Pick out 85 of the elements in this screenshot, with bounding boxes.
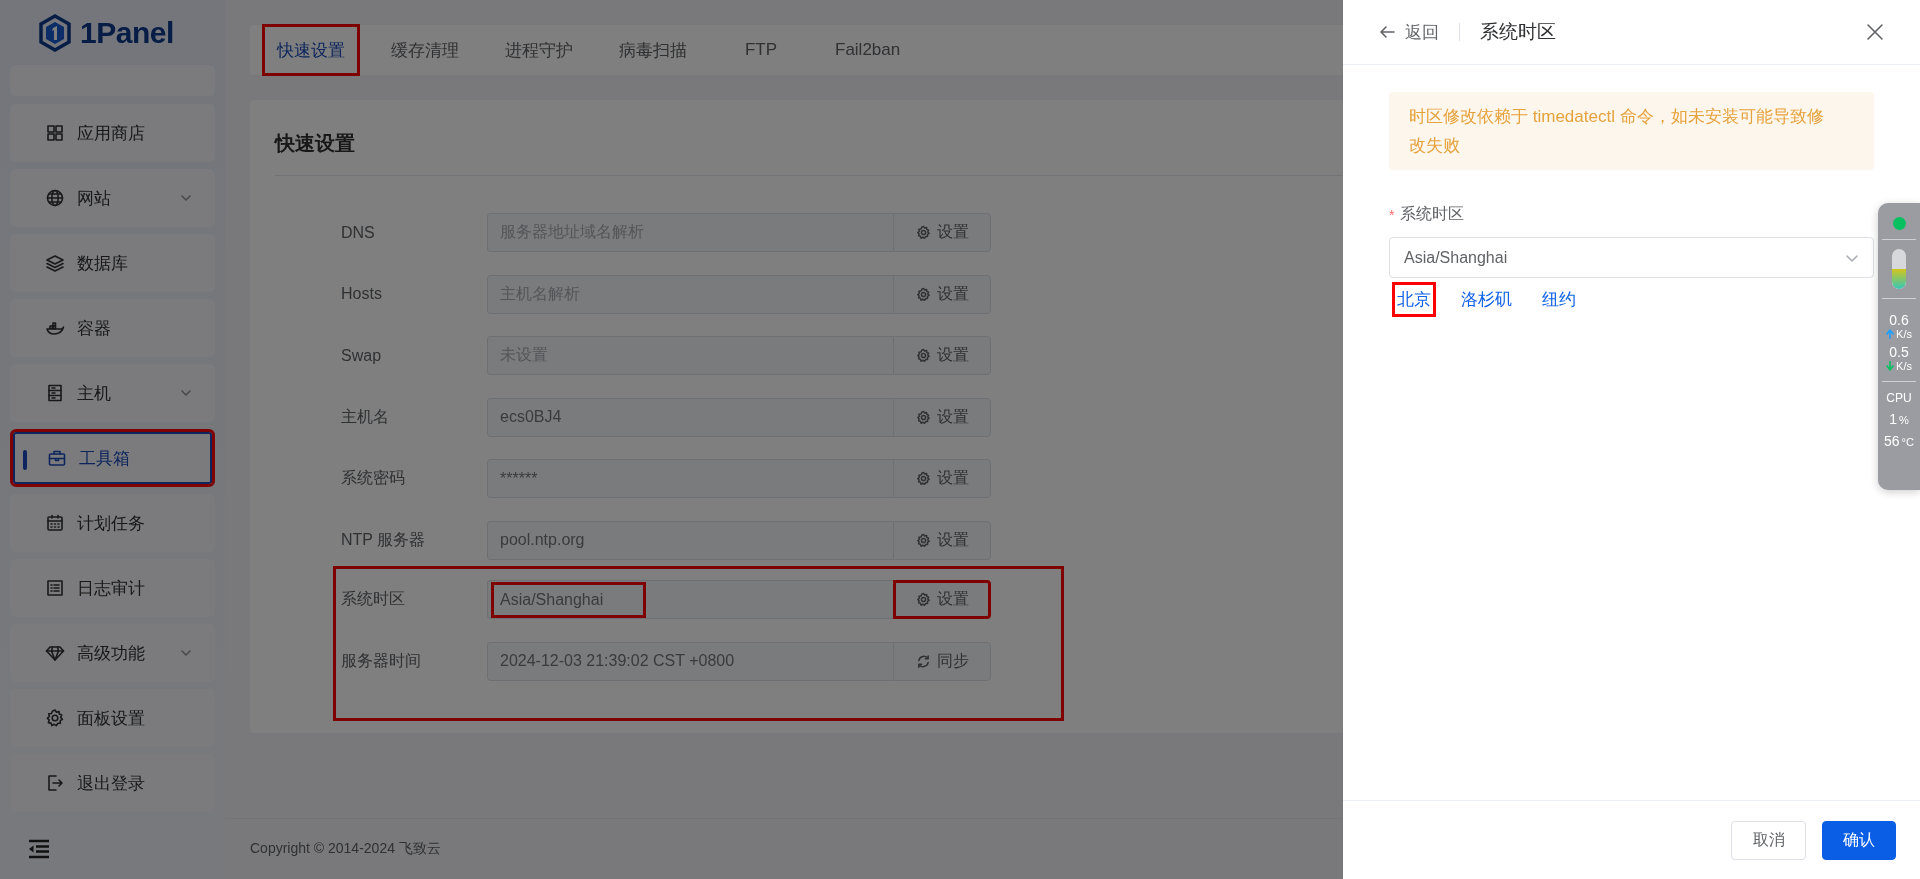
gear-icon	[45, 708, 65, 728]
sidebar-item[interactable]: 主机	[10, 364, 215, 422]
memory-gauge	[1892, 249, 1906, 289]
settings-button[interactable]: 设置	[893, 580, 991, 620]
server-icon	[45, 383, 65, 403]
field-label: 系统时区	[341, 589, 406, 610]
logo-text: 1Panel	[80, 15, 174, 50]
settings-button[interactable]: 设置	[893, 397, 991, 437]
timezone-link[interactable]: 北京	[1392, 282, 1436, 317]
input-field[interactable]: Asia/Shanghai	[487, 580, 893, 620]
tab[interactable]: 病毒扫描	[604, 24, 702, 76]
tab[interactable]: Fail2ban	[820, 24, 916, 76]
sidebar-item[interactable]: 面板设置	[10, 689, 215, 747]
percent-unit: %	[1899, 414, 1909, 426]
sidebar-item[interactable]: 应用商店	[10, 104, 215, 162]
tab[interactable]: 快速设置	[262, 24, 360, 76]
settings-icon	[915, 348, 931, 364]
timezone-link[interactable]: 洛杉矶	[1456, 282, 1517, 317]
upload-speed: 0.6	[1889, 312, 1909, 328]
sidebar-item[interactable]: 工具箱	[10, 429, 215, 487]
field-label: DNS	[341, 223, 376, 242]
settings-button[interactable]: 设置	[893, 520, 991, 560]
settings-icon	[915, 225, 931, 241]
sidebar-item[interactable]: 高级功能	[10, 624, 215, 682]
sidebar-item[interactable]: 日志审计	[10, 559, 215, 617]
sidebar-item[interactable]: 网站	[10, 169, 215, 227]
cpu-usage: 1	[1889, 411, 1897, 427]
speed-unit: K/s	[1896, 360, 1912, 372]
arrow-down-icon	[1886, 361, 1895, 371]
calendar-icon	[45, 513, 65, 533]
sidebar-item[interactable]: 数据库	[10, 234, 215, 292]
layers-icon	[45, 253, 65, 273]
arrow-left-icon	[1379, 24, 1395, 40]
list-icon	[45, 578, 65, 598]
settings-icon	[915, 409, 931, 425]
input-field[interactable]: pool.ntp.org	[487, 520, 893, 560]
grid-icon	[45, 123, 65, 143]
toolbox-icon	[47, 448, 67, 468]
warning-alert: 时区修改依赖于 timedatectl 命令，如未安装可能导致修改失败	[1389, 92, 1874, 170]
speed-unit: K/s	[1896, 328, 1912, 340]
settings-button[interactable]: 设置	[893, 336, 991, 376]
logout-icon	[45, 773, 65, 793]
settings-icon	[915, 532, 931, 548]
drawer-title: 系统时区	[1480, 20, 1557, 44]
cpu-label: CPU	[1886, 391, 1912, 405]
status-dot	[1892, 217, 1906, 230]
settings-button[interactable]: 设置	[893, 274, 991, 314]
tab[interactable]: FTP	[718, 24, 804, 76]
input-field[interactable]: 2024-12-03 21:39:02 CST +0800	[487, 641, 893, 681]
copyright-text: Copyright © 2014-2024 飞致云	[250, 840, 441, 858]
sync-button[interactable]: 同步	[893, 641, 991, 681]
input-field[interactable]: ******	[487, 459, 893, 499]
required-mark: *	[1389, 206, 1395, 223]
refresh-icon	[915, 653, 931, 669]
timezone-select[interactable]: Asia/Shanghai	[1389, 237, 1874, 278]
sidebar-item[interactable]: 计划任务	[10, 494, 215, 552]
download-speed: 0.5	[1889, 344, 1909, 360]
diamond-icon	[45, 643, 65, 663]
cancel-button[interactable]: 取消	[1731, 820, 1806, 860]
sidebar-item[interactable]: 容器	[10, 299, 215, 357]
field-label: Hosts	[341, 285, 383, 304]
globe-icon	[45, 188, 65, 208]
tab[interactable]: 进程守护	[490, 24, 588, 76]
field-label: 系统时区	[1400, 204, 1465, 224]
settings-icon	[915, 286, 931, 302]
field-label: Swap	[341, 346, 383, 365]
field-label: 服务器时间	[341, 650, 422, 671]
tab[interactable]: 缓存清理	[376, 24, 474, 76]
temperature: 56	[1884, 433, 1900, 449]
confirm-button[interactable]: 确认	[1822, 820, 1896, 860]
field-label: 系统密码	[341, 468, 406, 489]
hexagon-logo-icon	[38, 13, 72, 52]
input-field[interactable]: ecs0BJ4	[487, 397, 893, 437]
close-icon[interactable]	[1866, 23, 1884, 41]
settings-icon	[915, 592, 931, 608]
back-button[interactable]: 返回	[1379, 20, 1439, 44]
arrow-up-icon	[1886, 329, 1895, 339]
field-label: 主机名	[341, 406, 390, 427]
timezone-link[interactable]: 纽约	[1537, 282, 1581, 317]
field-label: NTP 服务器	[341, 529, 427, 550]
settings-icon	[915, 471, 931, 487]
celsius-unit: °C	[1901, 436, 1914, 448]
settings-button[interactable]: 设置	[893, 213, 991, 253]
settings-button[interactable]: 设置	[893, 459, 991, 499]
menu-fold-icon[interactable]	[28, 839, 50, 859]
